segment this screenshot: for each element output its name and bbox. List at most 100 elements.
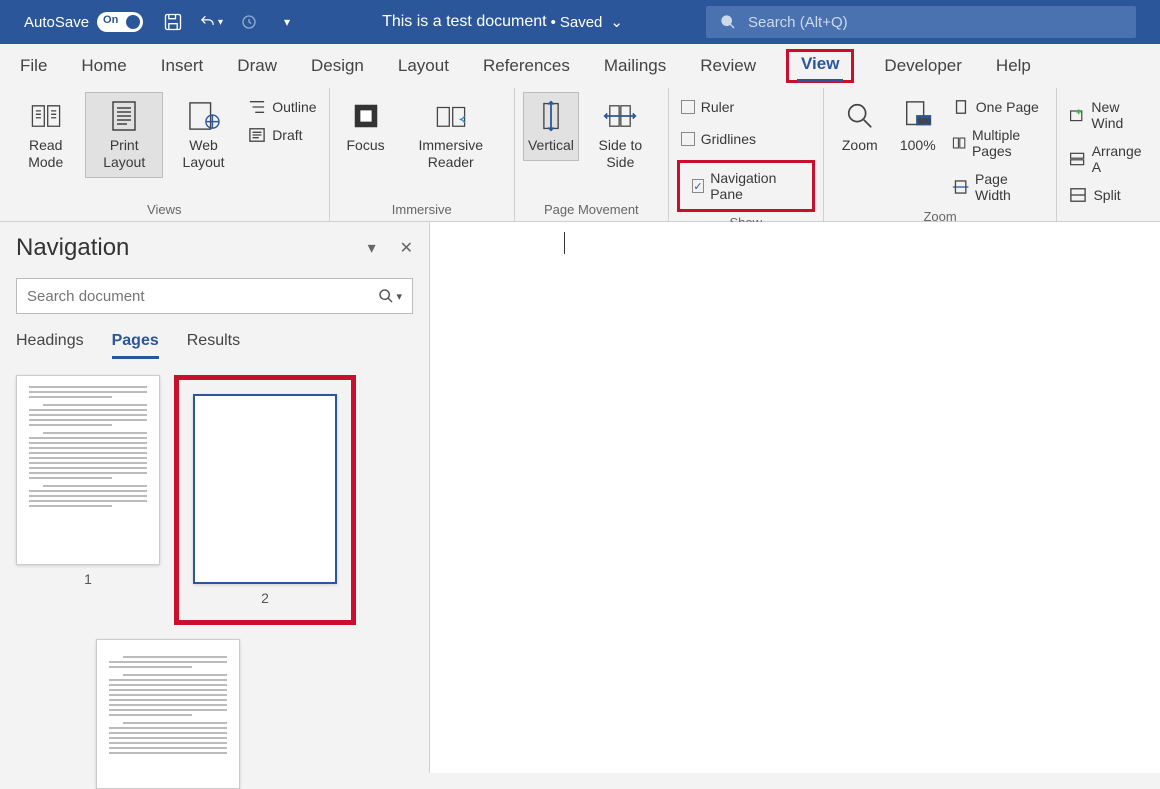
- multiple-pages-button[interactable]: Multiple Pages: [948, 124, 1049, 162]
- nav-search-box[interactable]: ▾: [16, 278, 413, 314]
- one-page-button[interactable]: One Page: [948, 96, 1049, 118]
- read-mode-icon: [29, 99, 63, 133]
- print-layout-button[interactable]: Print Layout: [85, 92, 162, 178]
- nav-tab-results[interactable]: Results: [187, 332, 240, 359]
- draft-icon: [248, 127, 266, 143]
- tab-file[interactable]: File: [16, 50, 51, 82]
- zoom-button[interactable]: Zoom: [832, 92, 888, 161]
- nav-tab-pages[interactable]: Pages: [112, 332, 159, 359]
- focus-icon: [349, 99, 383, 133]
- group-zoom: Zoom 100 100% One Page Multiple Pages Pa…: [824, 88, 1058, 221]
- autosave-toggle[interactable]: On: [97, 12, 143, 32]
- redo-icon[interactable]: [237, 10, 261, 34]
- nav-close-icon[interactable]: ✕: [400, 238, 413, 258]
- navigation-panel: Navigation ▾ ✕ ▾ Headings Pages Results: [0, 222, 430, 773]
- vertical-button[interactable]: Vertical: [523, 92, 579, 161]
- thumbnail-page-2-highlight: 2: [174, 375, 356, 625]
- group-immersive: Focus Immersive Reader Immersive: [330, 88, 515, 221]
- side-to-side-icon: [603, 99, 637, 133]
- tab-view[interactable]: View: [797, 48, 843, 79]
- tab-home[interactable]: Home: [77, 50, 130, 82]
- web-layout-button[interactable]: Web Layout: [165, 92, 242, 178]
- autosave-label: AutoSave: [24, 14, 89, 31]
- new-window-button[interactable]: New Wind: [1065, 96, 1152, 134]
- document-canvas[interactable]: [430, 222, 1160, 773]
- group-page-movement: Vertical Side to Side Page Movement: [515, 88, 669, 221]
- svg-text:100: 100: [918, 117, 931, 126]
- saved-state: Saved: [560, 14, 603, 31]
- group-views: Read Mode Print Layout Web Layout Outlin…: [0, 88, 330, 221]
- immersive-reader-icon: [434, 99, 468, 133]
- tab-design[interactable]: Design: [307, 50, 368, 82]
- vertical-icon: [534, 99, 568, 133]
- arrange-all-icon: [1069, 151, 1085, 167]
- nav-tabs: Headings Pages Results: [16, 332, 413, 359]
- view-tab-highlight: View: [786, 49, 854, 83]
- page-thumbnails: 1 2: [16, 375, 413, 789]
- tab-help[interactable]: Help: [992, 50, 1035, 82]
- checkbox-icon: [681, 100, 695, 114]
- menu-bar: File Home Insert Draw Design Layout Refe…: [0, 44, 1160, 88]
- views-group-label: Views: [8, 199, 321, 221]
- document-title-area[interactable]: This is a test document • Saved ⌄: [299, 13, 706, 31]
- thumbnail-page-1[interactable]: 1: [16, 375, 160, 625]
- page-number-1: 1: [84, 571, 92, 587]
- chevron-down-icon: ⌄: [610, 13, 623, 31]
- undo-icon[interactable]: ▾: [199, 10, 223, 34]
- arrange-all-button[interactable]: Arrange A: [1065, 140, 1152, 178]
- tab-review[interactable]: Review: [696, 50, 760, 82]
- immersive-reader-button[interactable]: Immersive Reader: [396, 92, 506, 178]
- search-placeholder: Search (Alt+Q): [748, 14, 848, 31]
- main-area: Navigation ▾ ✕ ▾ Headings Pages Results: [0, 222, 1160, 773]
- checkbox-icon: [681, 132, 695, 146]
- ribbon: Read Mode Print Layout Web Layout Outlin…: [0, 88, 1160, 222]
- zoom-100-icon: 100: [901, 99, 935, 133]
- save-icon[interactable]: [161, 10, 185, 34]
- tab-layout[interactable]: Layout: [394, 50, 453, 82]
- toggle-knob: [126, 15, 140, 29]
- one-page-icon: [952, 99, 970, 115]
- navigation-title: Navigation: [16, 234, 129, 262]
- tab-insert[interactable]: Insert: [157, 50, 208, 82]
- tab-draw[interactable]: Draw: [233, 50, 281, 82]
- page-width-button[interactable]: Page Width: [948, 168, 1049, 206]
- tab-mailings[interactable]: Mailings: [600, 50, 670, 82]
- print-layout-icon: [107, 99, 141, 133]
- thumbnail-page-2[interactable]: 2: [193, 394, 337, 606]
- thumbnail-page-3[interactable]: [96, 639, 240, 789]
- zoom-icon: [843, 99, 877, 133]
- qat-dropdown-icon[interactable]: ▾: [275, 10, 299, 34]
- draft-button[interactable]: Draft: [244, 124, 320, 146]
- navigation-pane-highlight: ✓ Navigation Pane: [677, 160, 815, 212]
- outline-button[interactable]: Outline: [244, 96, 320, 118]
- nav-dropdown-icon[interactable]: ▾: [368, 238, 376, 258]
- focus-button[interactable]: Focus: [338, 92, 394, 161]
- chevron-down-icon[interactable]: ▾: [396, 290, 402, 303]
- group-window: New Wind Arrange A Split: [1057, 88, 1160, 221]
- nav-tab-headings[interactable]: Headings: [16, 332, 84, 359]
- page-number-2: 2: [261, 590, 269, 606]
- read-mode-button[interactable]: Read Mode: [8, 92, 83, 178]
- gridlines-checkbox[interactable]: Gridlines: [677, 128, 815, 150]
- page-movement-group-label: Page Movement: [523, 199, 660, 221]
- ruler-checkbox[interactable]: Ruler: [677, 96, 815, 118]
- zoom-100-button[interactable]: 100 100%: [890, 92, 946, 161]
- outline-icon: [248, 99, 266, 115]
- web-layout-icon: [187, 99, 221, 133]
- multiple-pages-icon: [952, 135, 966, 151]
- autosave-control[interactable]: AutoSave On: [24, 12, 143, 32]
- side-to-side-button[interactable]: Side to Side: [581, 92, 660, 178]
- navigation-pane-checkbox[interactable]: ✓ Navigation Pane: [688, 167, 804, 205]
- title-bar: AutoSave On ▾ ▾ This is a test document …: [0, 0, 1160, 44]
- checkbox-checked-icon: ✓: [692, 179, 704, 193]
- split-button[interactable]: Split: [1065, 184, 1152, 206]
- immersive-group-label: Immersive: [338, 199, 506, 221]
- search-icon: [378, 288, 394, 304]
- text-cursor: [564, 232, 565, 254]
- tab-developer[interactable]: Developer: [880, 50, 966, 82]
- tab-references[interactable]: References: [479, 50, 574, 82]
- search-box[interactable]: Search (Alt+Q): [706, 6, 1136, 38]
- nav-search-input[interactable]: [27, 288, 378, 305]
- new-window-icon: [1069, 107, 1085, 123]
- page-width-icon: [952, 179, 969, 195]
